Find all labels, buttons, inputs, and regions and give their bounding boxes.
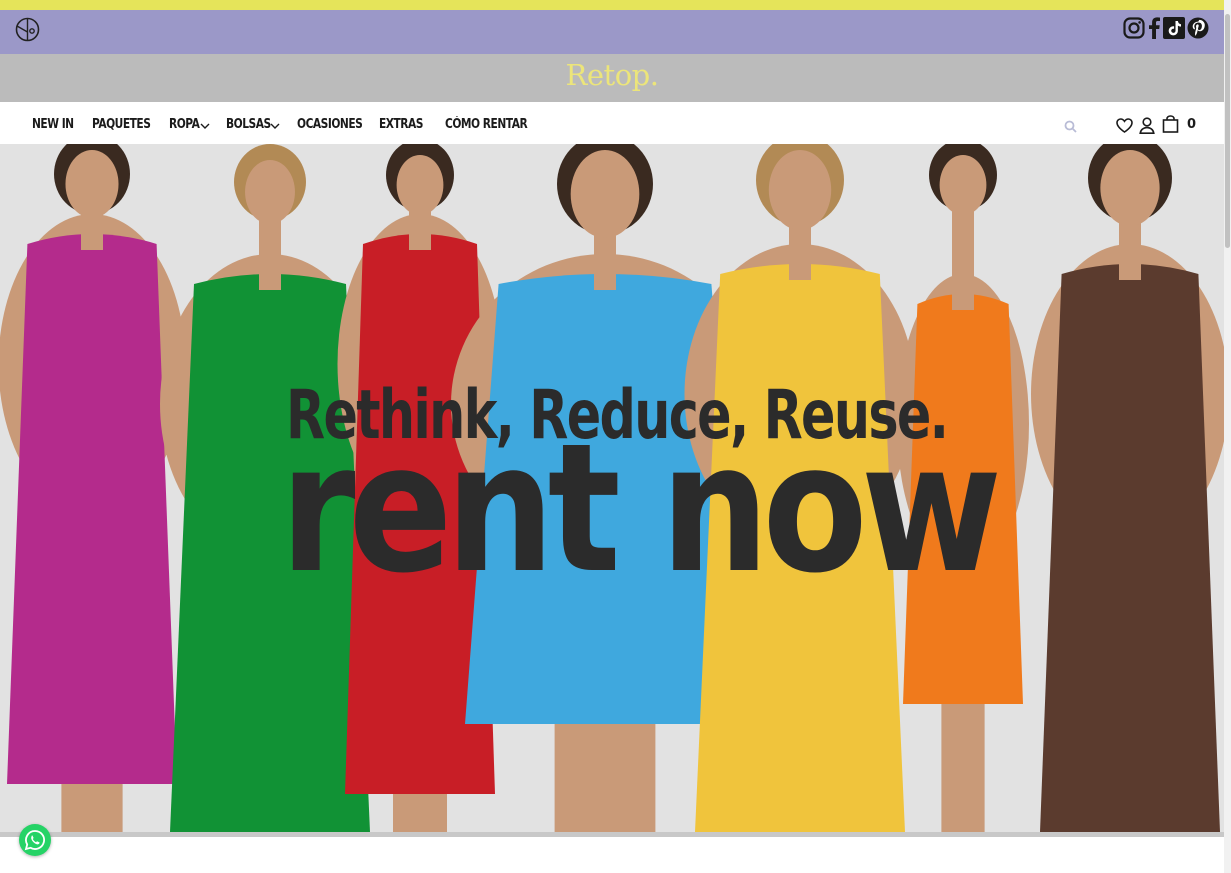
hero-headline: rent now <box>280 405 1002 612</box>
nav-item-bolsas[interactable]: BOLSAS <box>226 117 271 132</box>
scrollbar-thumb[interactable] <box>1225 14 1230 248</box>
whatsapp-chat-button[interactable] <box>19 824 51 856</box>
hero-bottom-divider <box>0 832 1224 837</box>
nav-item-paquetes[interactable]: PAQUETES <box>92 117 151 132</box>
heart-icon[interactable] <box>1116 118 1133 133</box>
user-icon[interactable] <box>1139 117 1155 134</box>
social-bar <box>0 10 1224 54</box>
site-logo[interactable]: Retop. <box>0 58 1224 92</box>
nav-item-new-in[interactable]: NEW IN <box>32 117 74 132</box>
whatsapp-icon <box>24 830 45 851</box>
model-figure <box>0 144 186 832</box>
model-figure <box>1031 144 1224 832</box>
search-icon[interactable] <box>1064 120 1077 133</box>
facebook-icon[interactable] <box>1147 17 1161 39</box>
pinterest-icon[interactable] <box>1187 17 1209 39</box>
brand-circle-icon[interactable] <box>15 17 40 42</box>
nav-item-como-rentar[interactable]: CÓMO RENTAR <box>445 117 528 132</box>
nav-item-extras[interactable]: EXTRAS <box>379 117 423 132</box>
nav-item-ropa[interactable]: ROPA <box>169 117 200 132</box>
instagram-icon[interactable] <box>1123 17 1145 39</box>
chevron-down-icon[interactable] <box>270 122 280 130</box>
nav-item-ocasiones[interactable]: OCASIONES <box>297 117 363 132</box>
tiktok-icon[interactable] <box>1163 17 1185 39</box>
chevron-down-icon[interactable] <box>200 122 210 130</box>
cart-count[interactable]: 0 <box>1187 117 1196 132</box>
bag-icon[interactable] <box>1162 115 1179 133</box>
top-announcement-strip <box>0 0 1231 10</box>
